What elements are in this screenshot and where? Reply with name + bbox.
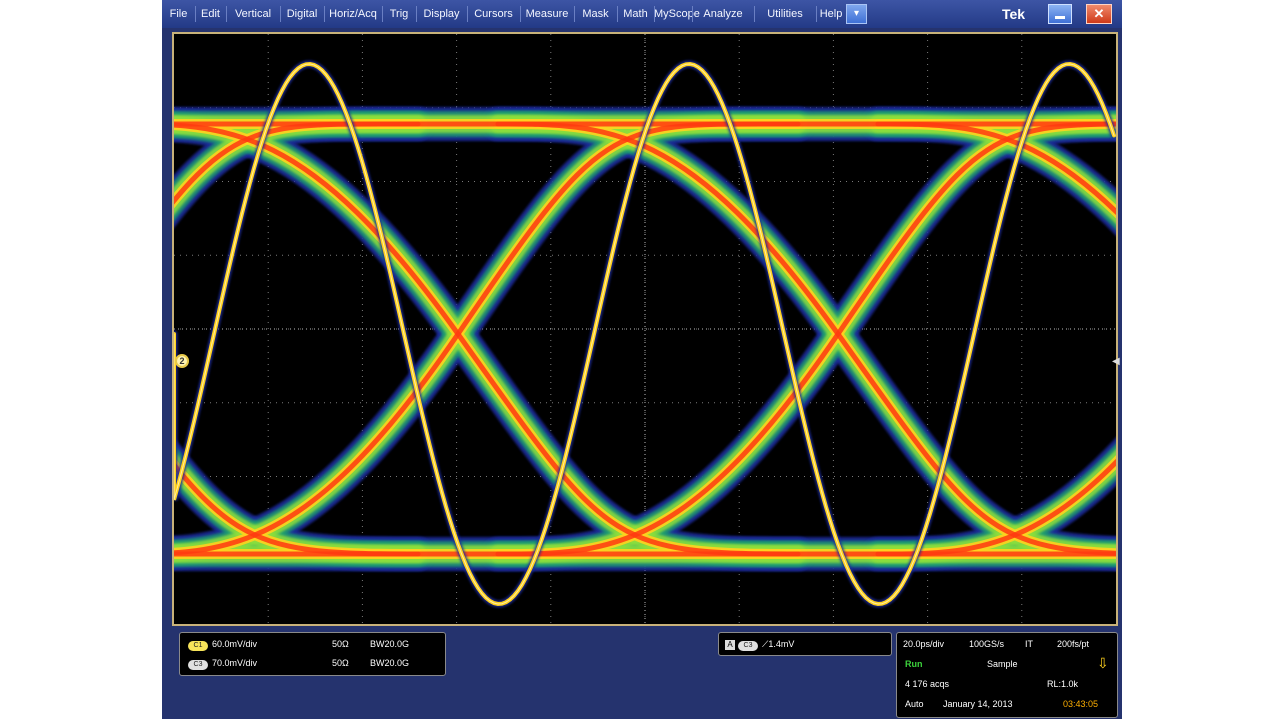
run-status: Run [905, 659, 923, 669]
close-button[interactable]: ✕ [1086, 4, 1112, 24]
record-length: RL:1.0k [1047, 679, 1079, 689]
menu-display[interactable]: Display [416, 0, 467, 28]
menu-measure[interactable]: Measure [520, 0, 574, 28]
resolution: 200fs/pt [1057, 639, 1090, 649]
channel-c3-impedance: 50Ω [332, 658, 349, 668]
trigger-panel[interactable]: A C3 ⟋1.4mV [718, 632, 892, 656]
sample-rate: 100GS/s [969, 639, 1005, 649]
acquisition-count: 4 176 acqs [905, 679, 950, 689]
menu-separator [226, 6, 227, 22]
menu-analyze[interactable]: Analyze [692, 0, 754, 28]
clock: 03:43:05 [1063, 699, 1099, 709]
menu-myscope[interactable]: MyScope [654, 0, 700, 28]
menu-separator [654, 6, 655, 22]
menu-file[interactable]: File [162, 0, 195, 28]
trigger-level: 1.4mV [768, 639, 795, 649]
menu-math[interactable]: Math [617, 0, 654, 28]
chevron-down-icon: ▾ [853, 8, 860, 19]
menu-edit[interactable]: Edit [195, 0, 226, 28]
timebase: 20.0ps/div [903, 639, 945, 649]
waveform-display[interactable]: 2 ◀ [172, 32, 1120, 626]
channel-row-c3[interactable]: C3 70.0mV/div [188, 658, 257, 670]
acq-mode-it: IT [1025, 639, 1033, 649]
menu-separator [574, 6, 575, 22]
channel-c3-bandwidth: BW20.0G [370, 658, 410, 668]
brand-logo: Tek [1002, 6, 1026, 22]
menu-separator [754, 6, 755, 22]
minimize-icon [1055, 16, 1065, 19]
trigger-level-arrow-icon[interactable]: ◀ [1112, 356, 1120, 367]
menu-trig[interactable]: Trig [382, 0, 416, 28]
acquisition-mode: Sample [987, 659, 1018, 669]
menu-separator [692, 6, 693, 22]
menu-help[interactable]: Help [816, 0, 846, 28]
trigger-label: A [725, 640, 735, 650]
menu-cursors[interactable]: Cursors [467, 0, 520, 28]
channel-badge-c1: C1 [188, 641, 208, 651]
trigger-status-arrow-icon: ⇩ [1097, 655, 1109, 671]
menu-separator [816, 6, 817, 22]
menu-horizacq[interactable]: Horiz/Acq [324, 0, 382, 28]
channel-badge-c3: C3 [188, 660, 208, 670]
close-icon: ✕ [1093, 6, 1105, 21]
menu-separator [280, 6, 281, 22]
channel-row-c1[interactable]: C1 60.0mV/div [188, 639, 257, 651]
menu-separator [195, 6, 196, 22]
menu-separator [520, 6, 521, 22]
menu-vertical[interactable]: Vertical [226, 0, 280, 28]
eye-diagram [174, 34, 1116, 624]
channel-c1-impedance: 50Ω [332, 639, 349, 649]
menu-separator [416, 6, 417, 22]
channel-c1-scale: 60.0mV/div [212, 639, 258, 649]
menu-dropdown-button[interactable]: ▾ [846, 4, 867, 24]
menu-separator [467, 6, 468, 22]
channel-c1-bandwidth: BW20.0G [370, 639, 410, 649]
channel-settings-panel[interactable]: C1 60.0mV/div 50Ω BW20.0G C3 70.0mV/div 50… [179, 632, 446, 676]
trigger-mode: Auto [905, 699, 924, 709]
menu-utilities[interactable]: Utilities [754, 0, 816, 28]
menu-separator [324, 6, 325, 22]
menu-mask[interactable]: Mask [574, 0, 617, 28]
minimize-button[interactable] [1048, 4, 1072, 24]
menu-digital[interactable]: Digital [280, 0, 324, 28]
date: January 14, 2013 [943, 699, 1013, 709]
acquisition-panel[interactable]: 20.0ps/div 100GS/s IT 200fs/pt Run Sampl… [896, 632, 1118, 718]
trigger-source-badge: C3 [738, 641, 758, 651]
menu-separator [382, 6, 383, 22]
menu-separator [617, 6, 618, 22]
channel-2-marker-icon[interactable]: 2 [175, 354, 189, 368]
scope-window: File Edit Vertical Digital Horiz/Acq Trig Disp… [162, 0, 1122, 719]
channel-c3-scale: 70.0mV/div [212, 658, 258, 668]
menu-bar: File Edit Vertical Digital Horiz/Acq Trig Disp… [162, 0, 1122, 28]
